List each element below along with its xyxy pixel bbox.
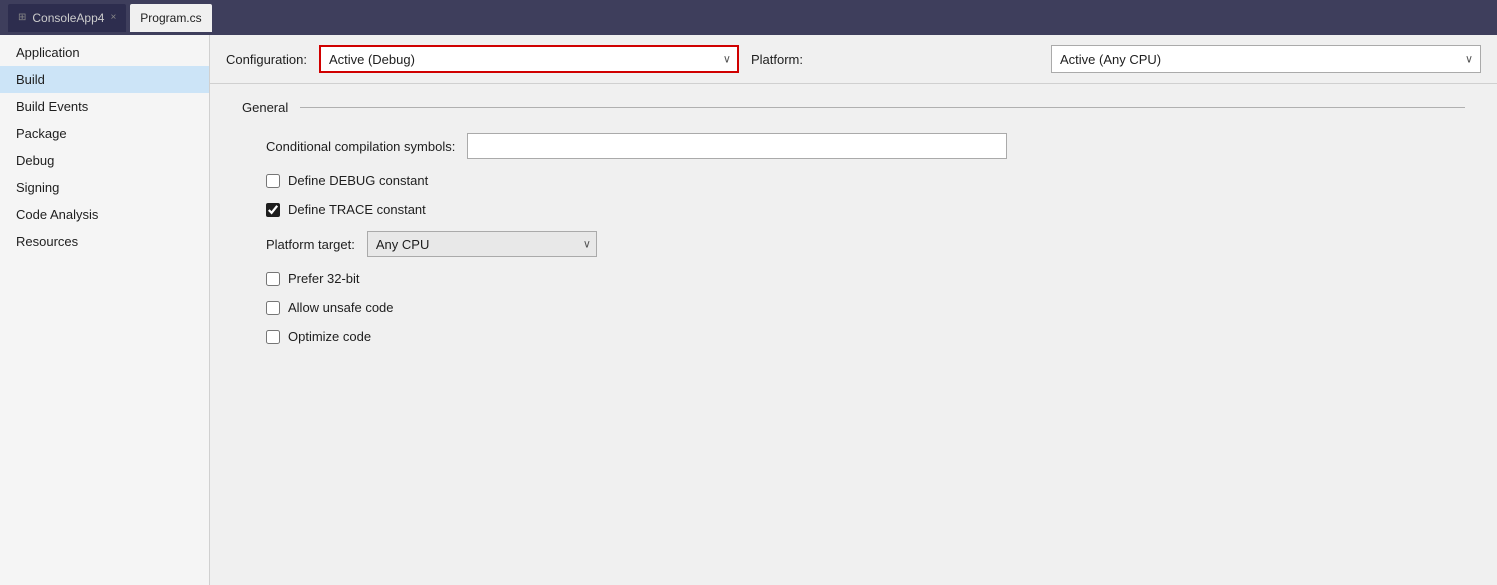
prefer-32bit-row: Prefer 32-bit xyxy=(242,271,1465,286)
content-inner: General Conditional compilation symbols:… xyxy=(210,84,1497,374)
platform-select[interactable]: Active (Any CPU) Any CPU x86 x64 xyxy=(1051,45,1481,73)
platform-target-label: Platform target: xyxy=(266,237,355,252)
optimize-code-label[interactable]: Optimize code xyxy=(288,329,371,344)
title-bar: ⊞ ConsoleApp4 × Program.cs xyxy=(0,0,1497,35)
general-section-header: General xyxy=(242,100,1465,115)
conditional-symbols-label: Conditional compilation symbols: xyxy=(266,139,455,154)
prefer-32bit-checkbox[interactable] xyxy=(266,272,280,286)
tab-pin-icon: ⊞ xyxy=(18,12,26,23)
optimize-code-row: Optimize code xyxy=(242,329,1465,344)
define-trace-row: Define TRACE constant xyxy=(242,202,1465,217)
main-layout: Application Build Build Events Package D… xyxy=(0,35,1497,585)
platform-select-wrapper: Active (Any CPU) Any CPU x86 x64 ∨ xyxy=(1051,45,1481,73)
conditional-symbols-row: Conditional compilation symbols: xyxy=(242,133,1465,159)
allow-unsafe-checkbox[interactable] xyxy=(266,301,280,315)
tab-program-cs[interactable]: Program.cs xyxy=(130,4,211,32)
sidebar: Application Build Build Events Package D… xyxy=(0,35,210,585)
configuration-label: Configuration: xyxy=(226,52,307,67)
sidebar-item-signing[interactable]: Signing xyxy=(0,174,209,201)
sidebar-item-build-events[interactable]: Build Events xyxy=(0,93,209,120)
sidebar-item-debug[interactable]: Debug xyxy=(0,147,209,174)
platform-target-row: Platform target: Any CPU x86 x64 ARM ∨ xyxy=(242,231,1465,257)
tab-consoleapp4[interactable]: ⊞ ConsoleApp4 × xyxy=(8,4,126,32)
content-area: Configuration: Active (Debug) Debug Rele… xyxy=(210,35,1497,585)
define-trace-checkbox[interactable] xyxy=(266,203,280,217)
define-debug-checkbox[interactable] xyxy=(266,174,280,188)
tab-close-icon[interactable]: × xyxy=(110,12,116,23)
optimize-code-checkbox[interactable] xyxy=(266,330,280,344)
tab-program-cs-label: Program.cs xyxy=(140,11,201,25)
configuration-select[interactable]: Active (Debug) Debug Release All Configu… xyxy=(319,45,739,73)
sidebar-item-resources[interactable]: Resources xyxy=(0,228,209,255)
allow-unsafe-row: Allow unsafe code xyxy=(242,300,1465,315)
allow-unsafe-label[interactable]: Allow unsafe code xyxy=(288,300,394,315)
tab-consoleapp4-label: ConsoleApp4 xyxy=(32,11,104,25)
conditional-symbols-input[interactable] xyxy=(467,133,1007,159)
platform-label: Platform: xyxy=(751,52,803,67)
platform-target-select[interactable]: Any CPU x86 x64 ARM xyxy=(367,231,597,257)
define-debug-label[interactable]: Define DEBUG constant xyxy=(288,173,428,188)
platform-target-select-wrapper: Any CPU x86 x64 ARM ∨ xyxy=(367,231,597,257)
configuration-select-wrapper: Active (Debug) Debug Release All Configu… xyxy=(319,45,739,73)
general-section-line xyxy=(300,107,1465,108)
sidebar-item-application[interactable]: Application xyxy=(0,39,209,66)
config-bar: Configuration: Active (Debug) Debug Rele… xyxy=(210,35,1497,84)
general-section-title: General xyxy=(242,100,288,115)
define-debug-row: Define DEBUG constant xyxy=(242,173,1465,188)
sidebar-item-package[interactable]: Package xyxy=(0,120,209,147)
sidebar-item-code-analysis[interactable]: Code Analysis xyxy=(0,201,209,228)
define-trace-label[interactable]: Define TRACE constant xyxy=(288,202,426,217)
sidebar-item-build[interactable]: Build xyxy=(0,66,209,93)
prefer-32bit-label[interactable]: Prefer 32-bit xyxy=(288,271,360,286)
